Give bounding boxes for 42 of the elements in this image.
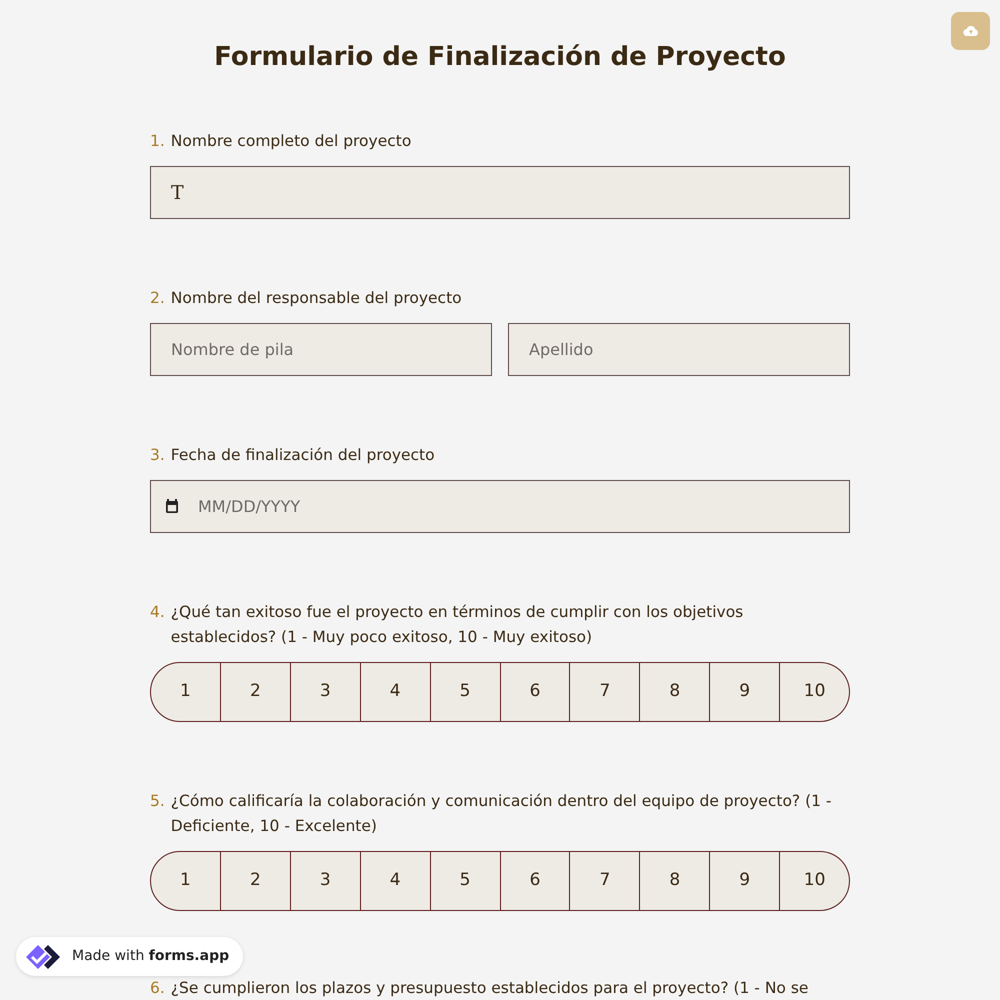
date-input-field[interactable]: MM/DD/YYYY bbox=[150, 480, 850, 534]
rating-option[interactable]: 3 bbox=[290, 851, 361, 912]
question-label: ¿Cómo calificaría la colaboración y comunicación dentro del equipo de proyecto? (1 - Deficiente, 10 - Excelente) bbox=[170, 791, 833, 838]
made-with-badge[interactable]: Made with forms.app bbox=[16, 937, 244, 976]
rating-option[interactable]: 8 bbox=[640, 851, 710, 912]
calendar-icon bbox=[165, 499, 179, 514]
question-label: Nombre del responsable del proyecto bbox=[170, 288, 462, 310]
question-label: ¿Se cumplieron los plazos y presupuesto establecidos para el proyecto? (1 - No se bbox=[170, 978, 808, 1000]
rating-option[interactable]: 7 bbox=[570, 851, 640, 912]
rating-option[interactable]: 10 bbox=[780, 851, 850, 912]
question-label: Fecha de finalización del proyecto bbox=[170, 445, 435, 466]
rating-option[interactable]: 9 bbox=[710, 662, 780, 722]
cloud-upload-button[interactable] bbox=[951, 12, 990, 50]
rating-option[interactable]: 6 bbox=[500, 851, 570, 912]
rating-option[interactable]: 10 bbox=[780, 662, 850, 722]
rating-option[interactable]: 5 bbox=[430, 851, 501, 912]
question-label: ¿Qué tan exitoso fue el proyecto en términos de cumplir con los objetivos establecidos? (1 - Muy poco exitoso, 10 - Muy exitoso) bbox=[170, 602, 744, 648]
question-number: 2. bbox=[150, 288, 165, 310]
question-label: Nombre completo del proyecto bbox=[170, 131, 412, 152]
question-number: 1. bbox=[150, 131, 165, 152]
rating-option[interactable]: 7 bbox=[570, 662, 640, 722]
form-title: Formulario de Finalización de Proyecto bbox=[213, 41, 787, 74]
rating-option[interactable]: 4 bbox=[360, 662, 431, 722]
question-number: 5. bbox=[150, 791, 165, 812]
rating-option[interactable]: 5 bbox=[430, 662, 501, 722]
name-input-field[interactable]: Apellido bbox=[508, 323, 850, 376]
rating-option[interactable]: 1 bbox=[150, 662, 221, 722]
rating-option[interactable]: 9 bbox=[710, 851, 780, 912]
question-number: 4. bbox=[150, 602, 165, 624]
cloud-upload-icon bbox=[962, 25, 978, 37]
rating-option[interactable]: 2 bbox=[220, 851, 291, 912]
text-input-field[interactable]: T bbox=[150, 166, 850, 220]
rating-option[interactable]: 3 bbox=[290, 662, 361, 722]
rating-option[interactable]: 2 bbox=[220, 662, 291, 722]
badge-text: Made with forms.app bbox=[72, 947, 230, 966]
question-number: 6. bbox=[150, 978, 165, 1000]
rating-option[interactable]: 8 bbox=[640, 662, 710, 722]
rating-option[interactable]: 4 bbox=[360, 851, 431, 912]
rating-option[interactable]: 6 bbox=[500, 662, 570, 722]
name-input-field[interactable]: Nombre de pila bbox=[150, 323, 492, 376]
rating-option[interactable]: 1 bbox=[150, 851, 221, 912]
question-number: 3. bbox=[150, 445, 165, 466]
